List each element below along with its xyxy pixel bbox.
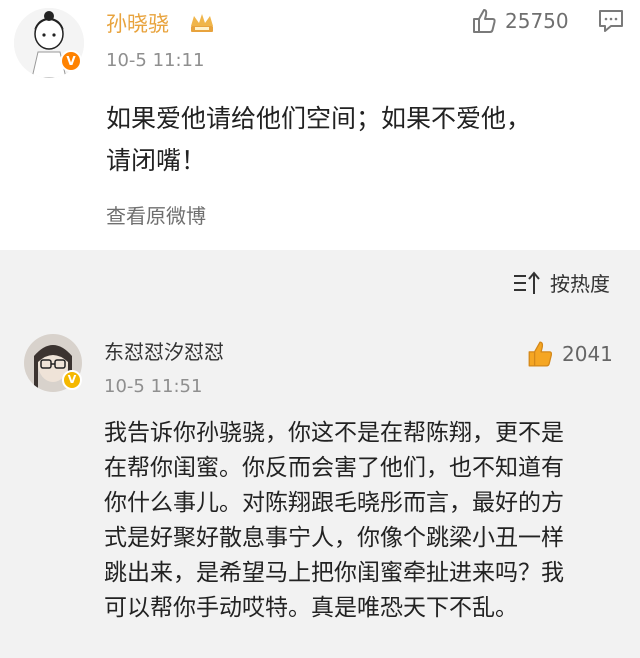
post-like-count: 25750 bbox=[505, 9, 569, 33]
crown-icon bbox=[191, 14, 213, 32]
sort-label: 按热度 bbox=[550, 272, 610, 296]
sort-icon bbox=[514, 270, 540, 294]
view-original-link[interactable]: 查看原微博 bbox=[106, 200, 206, 229]
verified-badge: V bbox=[62, 370, 82, 390]
sort-by-hot-button[interactable]: 按热度 bbox=[512, 268, 610, 297]
comment-icon[interactable] bbox=[598, 9, 624, 33]
verified-badge: V bbox=[60, 50, 82, 72]
comment-like-button[interactable]: 2041 bbox=[526, 340, 613, 368]
comment-time: 10-5 11:51 bbox=[104, 376, 203, 397]
weibo-post: V 孙晓骁 10-5 11:11 25750 如果爱他请给他们空间；如果不爱他，… bbox=[0, 0, 640, 250]
commenter-name[interactable]: 东怼怼汐怼怼 bbox=[104, 336, 224, 365]
post-like-button[interactable]: 25750 bbox=[471, 8, 569, 34]
thumbs-up-icon bbox=[528, 341, 553, 367]
post-time: 10-5 11:11 bbox=[106, 50, 205, 71]
comment-content: 我告诉你孙骁骁，你这不是在帮陈翔，更不是 在帮你闺蜜。你反而会害了他们，也不知道… bbox=[104, 420, 564, 621]
post-content: 如果爱他请给他们空间；如果不爱他， 请闭嘴！ bbox=[106, 104, 532, 175]
thumbs-up-icon bbox=[473, 9, 496, 33]
comment-like-count: 2041 bbox=[562, 342, 613, 366]
author-name[interactable]: 孙晓骁 bbox=[106, 8, 169, 38]
